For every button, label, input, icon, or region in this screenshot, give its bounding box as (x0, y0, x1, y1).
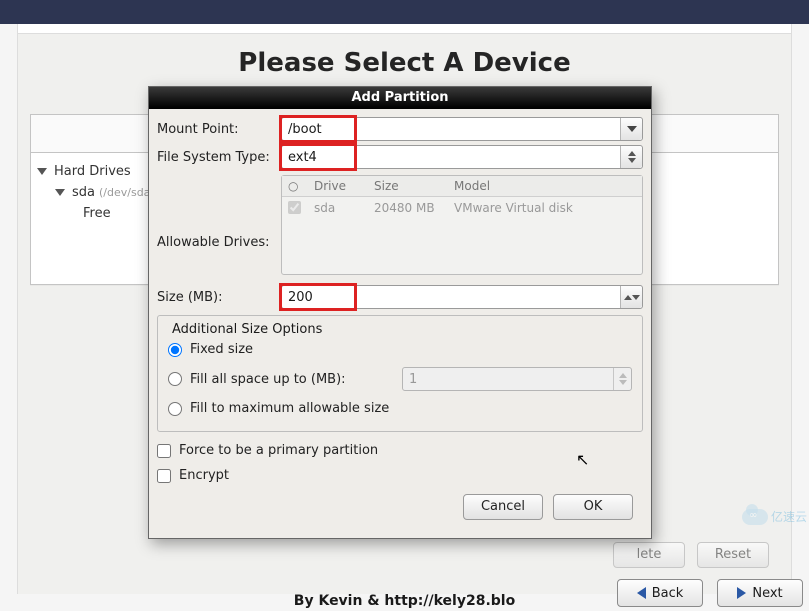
mount-point-value: /boot (288, 122, 322, 137)
radio-input[interactable] (168, 402, 182, 416)
expander-icon[interactable] (55, 189, 65, 196)
check-force-primary[interactable]: Force to be a primary partition (157, 438, 643, 463)
watermark-logo: 亿速云 (742, 508, 807, 525)
mount-point-label: Mount Point: (157, 122, 275, 137)
mount-point-combo[interactable]: /boot (281, 117, 643, 141)
arrow-right-icon (737, 587, 746, 599)
col-drive: Drive (314, 179, 374, 193)
delete-button[interactable]: lete (613, 542, 685, 568)
dialog-form: Mount Point: /boot File System Type: ext… (149, 109, 651, 538)
window-top-bar (0, 0, 809, 24)
bg-action-buttons: lete Reset (613, 542, 769, 568)
allowable-drives-label: Allowable Drives: (157, 235, 281, 250)
check-encrypt[interactable]: Encrypt (157, 463, 643, 488)
back-label: Back (652, 586, 684, 601)
fs-type-combo[interactable]: ext4 (281, 145, 643, 169)
drive-model: VMware Virtual disk (454, 201, 636, 217)
reset-button[interactable]: Reset (697, 542, 769, 568)
attribution-text: By Kevin & http://kely28.blo (294, 593, 515, 609)
tree-devpath: (/dev/sda) (99, 186, 155, 199)
size-value: 200 (288, 290, 313, 305)
checkbox-label: Force to be a primary partition (179, 443, 378, 458)
col-model: Model (454, 179, 636, 193)
spinner-arrows-icon (613, 368, 631, 390)
add-partition-dialog: Add Partition Mount Point: /boot File Sy… (148, 86, 652, 539)
cancel-button[interactable]: Cancel (463, 494, 543, 520)
size-label: Size (MB): (157, 290, 275, 305)
checkbox-label: Encrypt (179, 468, 229, 483)
spinner-arrows-icon[interactable] (620, 286, 642, 308)
logo-text: 亿速云 (771, 508, 807, 525)
top-spacer (17, 24, 792, 34)
radio-input[interactable] (168, 343, 182, 357)
drive-row[interactable]: sda 20480 MB VMware Virtual disk (282, 197, 642, 221)
ok-button[interactable]: OK (553, 494, 633, 520)
drive-checkbox[interactable] (288, 201, 314, 217)
drives-header: ○ Drive Size Model (282, 176, 642, 197)
drive-name: sda (314, 201, 374, 217)
next-button[interactable]: Next (717, 579, 803, 607)
fs-type-label: File System Type: (157, 150, 275, 165)
updown-icon[interactable] (620, 146, 642, 168)
wizard-nav: Back Next (617, 579, 803, 607)
col-size: Size (374, 179, 454, 193)
fs-type-value: ext4 (288, 150, 317, 165)
dialog-buttons: Cancel OK (157, 488, 643, 530)
page-title: Please Select A Device (35, 34, 774, 78)
tree-label: Hard Drives (54, 164, 131, 179)
back-button[interactable]: Back (617, 579, 703, 607)
radio-fixed-size[interactable]: Fixed size (168, 337, 632, 362)
tree-label: Free (83, 206, 111, 221)
chevron-down-icon[interactable] (620, 118, 642, 140)
arrow-left-icon (637, 587, 646, 599)
next-label: Next (752, 586, 782, 601)
radio-fill-max[interactable]: Fill to maximum allowable size (168, 396, 632, 421)
fill-up-to-spinner: 1 (402, 367, 632, 391)
fieldset-legend: Additional Size Options (168, 322, 326, 337)
radio-label: Fill all space up to (MB): (190, 372, 346, 387)
allowable-drives-list[interactable]: ○ Drive Size Model sda 20480 MB VMware V… (281, 175, 643, 275)
checkbox-input[interactable] (157, 469, 171, 483)
radio-fill-up-to[interactable]: Fill all space up to (MB): 1 (168, 362, 632, 396)
radio-label: Fill to maximum allowable size (190, 401, 389, 416)
expander-icon[interactable] (37, 168, 47, 175)
drive-size: 20480 MB (374, 201, 454, 217)
radio-input[interactable] (168, 372, 182, 386)
radio-label: Fixed size (190, 342, 253, 357)
tree-label: sda (72, 185, 95, 200)
dialog-title[interactable]: Add Partition (149, 87, 651, 109)
additional-size-options: Additional Size Options Fixed size Fill … (157, 315, 643, 432)
checkbox-input[interactable] (157, 444, 171, 458)
fill-up-to-value: 1 (409, 372, 417, 387)
size-input[interactable]: 200 (281, 285, 643, 309)
col-select: ○ (288, 179, 314, 193)
cloud-icon (742, 509, 768, 525)
